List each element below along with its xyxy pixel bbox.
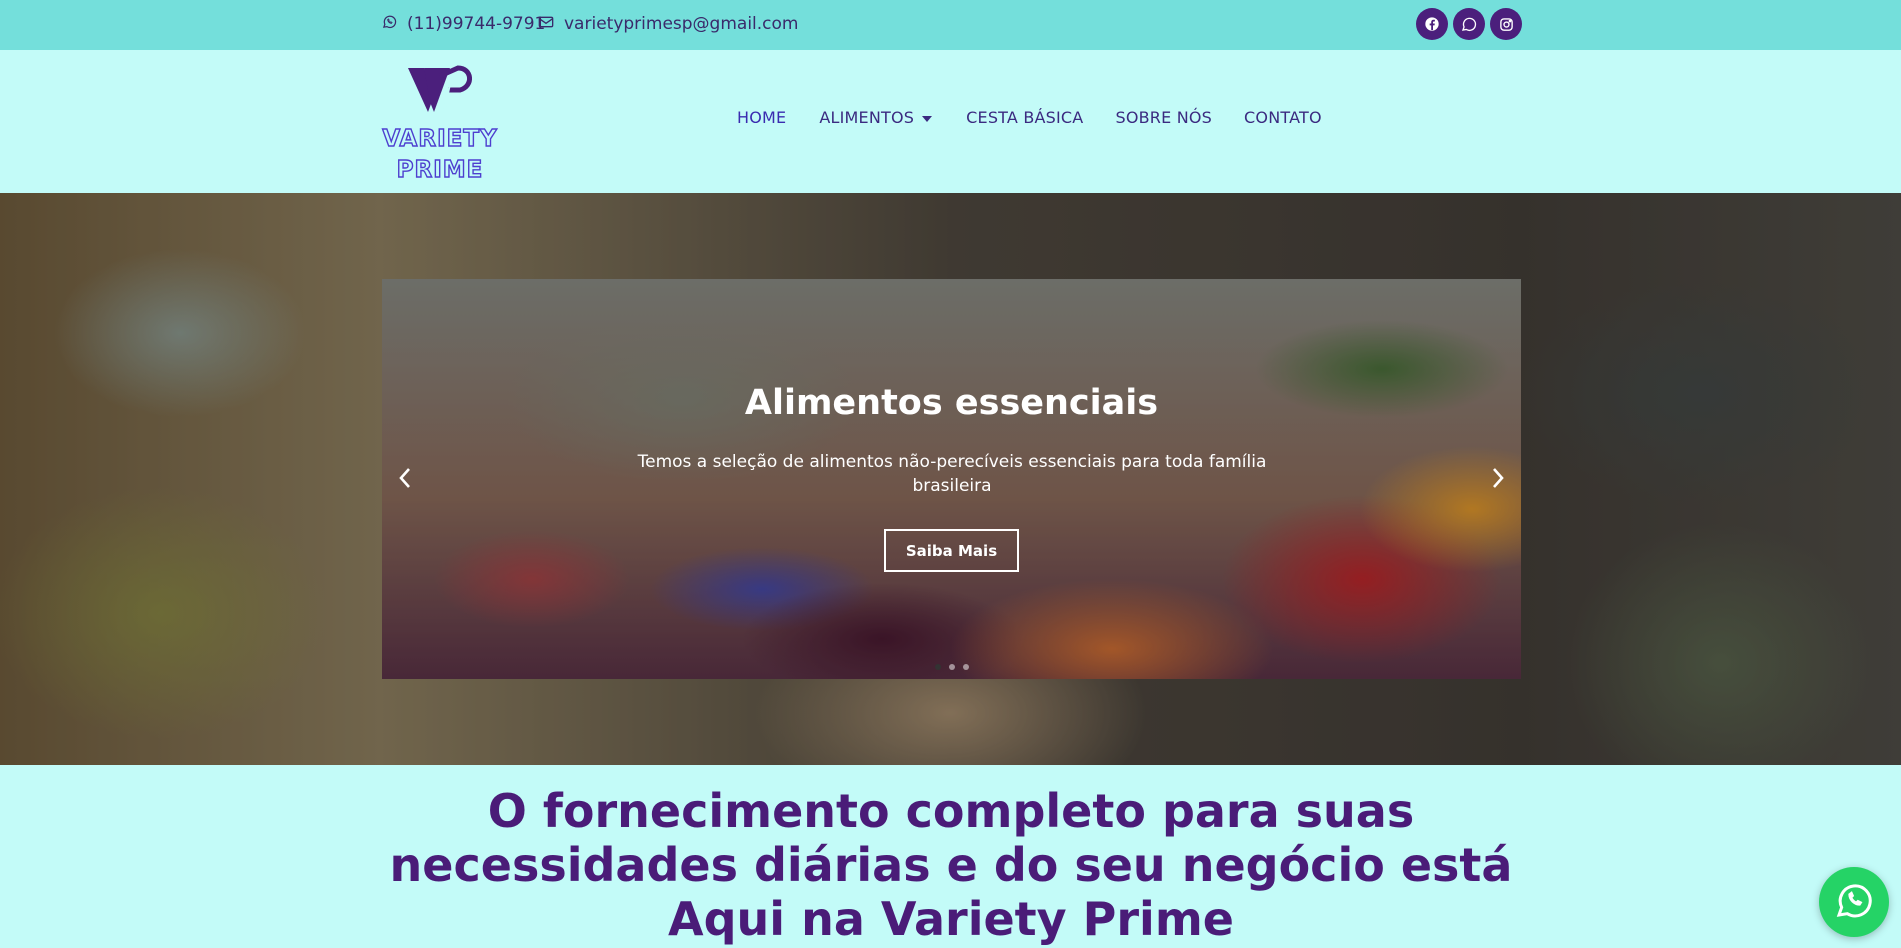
slider-pagination: [382, 664, 1521, 670]
slide-subtitle: Temos a seleção de alimentos não-perecív…: [637, 452, 1267, 496]
headline-line-2: necessidades diárias e do seu negócio es…: [389, 838, 1513, 892]
email-address: varietyprimesp@gmail.com: [564, 14, 799, 34]
top-bar: (11)99744-9791 varietyprimesp@gmail.com: [0, 0, 1901, 50]
slide-title: Alimentos essenciais: [744, 383, 1159, 423]
phone-number: (11)99744-9791: [407, 14, 546, 34]
saiba-mais-button[interactable]: Saiba Mais: [884, 529, 1019, 572]
logo[interactable]: VARIETY PRIME: [380, 62, 500, 186]
phone-contact[interactable]: (11)99744-9791: [382, 0, 545, 48]
instagram-icon[interactable]: [1490, 8, 1522, 40]
main-nav: HOME ALIMENTOS CESTA BÁSICA SOBRE NÓS CO…: [737, 108, 1322, 127]
nav-item-sobre-nos[interactable]: SOBRE NÓS: [1115, 108, 1212, 127]
email-contact[interactable]: varietyprimesp@gmail.com: [538, 0, 798, 48]
slider-dot-1[interactable]: [934, 664, 941, 670]
hero-section: Alimentos essenciais Temos a seleção de …: [0, 193, 1901, 765]
logo-line-2: PRIME: [396, 156, 484, 183]
headline-line-1: O fornecimento completo para suas: [487, 784, 1415, 838]
vp-logo-mark: [408, 65, 472, 113]
whatsapp-icon: [382, 14, 407, 34]
headline-line-3: Aqui na Variety Prime: [668, 892, 1234, 946]
nav-item-contato[interactable]: CONTATO: [1244, 108, 1322, 127]
facebook-icon[interactable]: [1416, 8, 1448, 40]
image-slider[interactable]: Alimentos essenciais Temos a seleção de …: [382, 279, 1521, 679]
caret-down-icon: [922, 108, 933, 127]
chevron-left-icon[interactable]: [390, 460, 420, 496]
site-header: VARIETY PRIME HOME ALIMENTOS CESTA BÁSIC…: [0, 50, 1901, 193]
envelope-icon: [538, 14, 564, 34]
nav-item-home[interactable]: HOME: [737, 108, 786, 127]
whatsapp-icon: [1834, 880, 1874, 924]
logo-line-1: VARIETY: [382, 125, 498, 152]
nav-item-alimentos-label: ALIMENTOS: [819, 108, 915, 127]
whatsapp-float-button[interactable]: [1819, 867, 1889, 937]
nav-item-alimentos[interactable]: ALIMENTOS: [819, 108, 933, 127]
nav-item-cesta-basica[interactable]: CESTA BÁSICA: [966, 108, 1083, 127]
slider-dot-3[interactable]: [962, 664, 969, 670]
social-links: [1416, 8, 1522, 40]
slider-dot-2[interactable]: [948, 664, 955, 670]
page-headline: O fornecimento completo para suas necess…: [380, 784, 1522, 946]
whatsapp-icon[interactable]: [1453, 8, 1485, 40]
chevron-right-icon[interactable]: [1483, 460, 1513, 496]
